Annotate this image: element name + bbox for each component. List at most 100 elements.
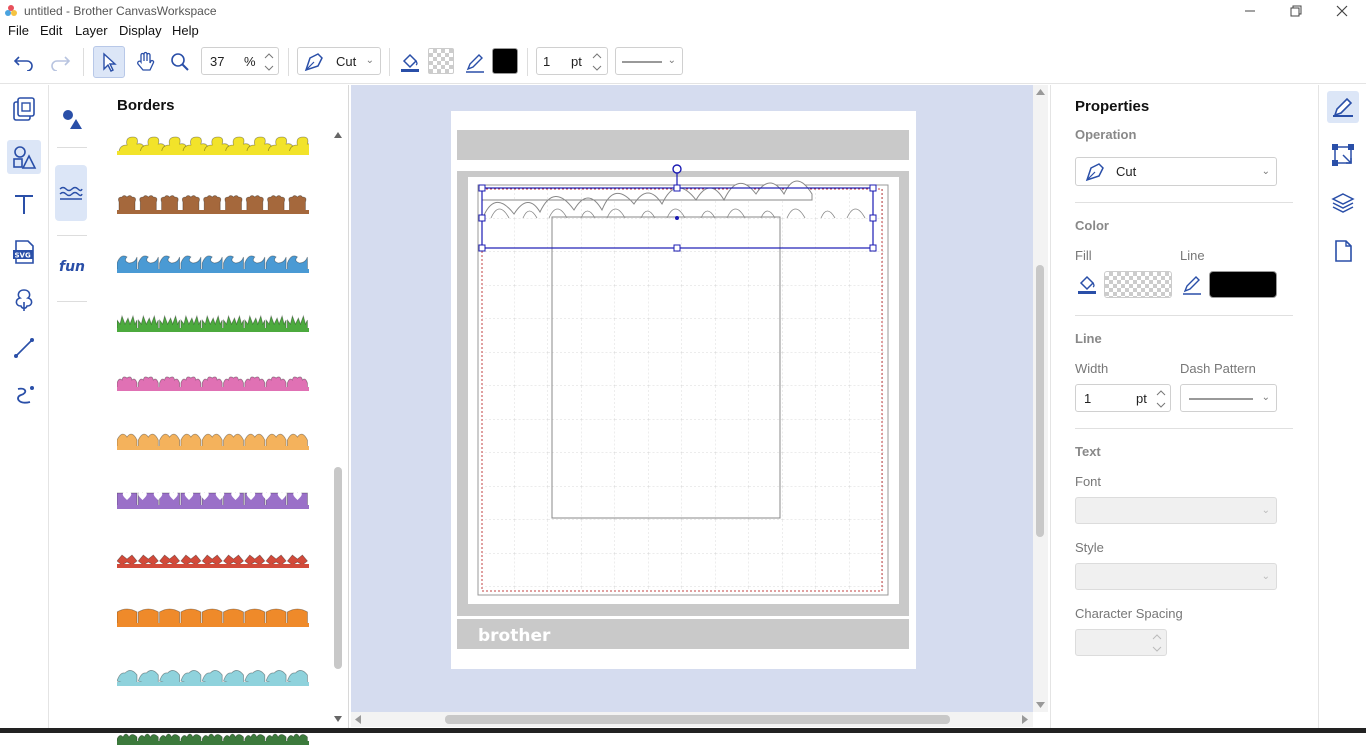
line-color-button[interactable] (1180, 272, 1204, 296)
rotate-handle[interactable] (672, 164, 682, 174)
chevron-down-icon: ⌄ (1261, 392, 1270, 403)
scroll-down-icon[interactable] (1036, 701, 1045, 709)
select-tool-button[interactable] (93, 46, 125, 78)
scroll-thumb[interactable] (334, 467, 342, 669)
solid-line-icon (1189, 398, 1253, 400)
close-button[interactable] (1319, 0, 1365, 22)
borders-category[interactable] (55, 165, 87, 221)
resize-handle[interactable] (478, 244, 486, 252)
line-color-swatch[interactable] (492, 48, 518, 74)
border-item-bears[interactable] (117, 188, 309, 216)
border-item-pumpkins[interactable] (116, 601, 309, 629)
line-color-swatch[interactable] (1209, 271, 1277, 298)
zoom-tool-button[interactable] (166, 48, 194, 76)
spinner-icon[interactable] (1152, 633, 1162, 653)
svg-icon: SVG (13, 240, 34, 264)
shapes-scrollbar[interactable] (331, 129, 345, 722)
zoom-input[interactable]: 37 % (201, 47, 279, 75)
style-dropdown[interactable]: ⌄ (1075, 563, 1277, 590)
transform-tab[interactable] (1327, 139, 1359, 171)
svg-import-button[interactable]: SVG (8, 236, 40, 268)
scroll-right-icon[interactable] (1021, 715, 1029, 724)
page-tab[interactable] (1327, 235, 1359, 267)
border-item-flowers[interactable] (116, 365, 309, 393)
fun-category[interactable]: fun (56, 250, 88, 282)
canvas-area[interactable]: brother (351, 85, 1033, 712)
properties-tab[interactable] (1327, 91, 1359, 123)
freehand-draw-button[interactable] (8, 380, 40, 412)
resize-handle[interactable] (869, 214, 877, 222)
line-width-input[interactable]: 1 pt (536, 47, 608, 75)
scroll-down-icon[interactable] (334, 715, 342, 723)
scroll-up-icon[interactable] (334, 131, 342, 139)
restore-icon (1290, 5, 1302, 17)
section-divider (1075, 315, 1293, 316)
operation-label: Operation (1075, 127, 1137, 142)
tracing-button[interactable] (8, 284, 40, 316)
menu-help[interactable]: Help (172, 23, 199, 38)
pan-tool-button[interactable] (131, 48, 159, 76)
border-item-waves[interactable] (116, 247, 309, 275)
scroll-thumb[interactable] (1036, 265, 1044, 537)
ghost-border-icon (116, 670, 309, 686)
text-button[interactable] (8, 188, 40, 220)
chevron-down-icon: ⌄ (667, 55, 676, 66)
spinner-icon[interactable] (592, 51, 602, 73)
resize-handle[interactable] (673, 244, 681, 252)
shapes-button[interactable] (7, 140, 41, 174)
line-width-unit: pt (571, 54, 582, 69)
minimize-button[interactable] (1227, 0, 1273, 22)
line-width-input[interactable]: 1 pt (1075, 384, 1171, 412)
operation-dropdown[interactable]: Cut ⌄ (1075, 157, 1277, 186)
layers-icon (1331, 193, 1355, 213)
text-icon (15, 195, 33, 214)
border-item-bows[interactable] (116, 542, 309, 570)
line-draw-icon (14, 338, 34, 358)
menu-edit[interactable]: Edit (40, 23, 62, 38)
restore-button[interactable] (1273, 0, 1319, 22)
scroll-thumb[interactable] (445, 715, 950, 724)
menu-file[interactable]: File (8, 23, 29, 38)
line-label: Line (1180, 248, 1205, 263)
fill-color-swatch[interactable] (1104, 271, 1172, 298)
fill-color-button[interactable] (396, 48, 424, 76)
character-spacing-input[interactable] (1075, 629, 1167, 656)
line-draw-button[interactable] (8, 332, 40, 364)
scroll-left-icon[interactable] (354, 715, 362, 724)
undo-button[interactable] (10, 48, 38, 76)
border-item-grass[interactable] (116, 306, 309, 334)
fill-color-swatch[interactable] (428, 48, 454, 74)
line-section-label: Line (1075, 331, 1102, 346)
menu-layer[interactable]: Layer (75, 23, 108, 38)
spinner-icon[interactable] (1156, 388, 1166, 410)
border-item-hearts[interactable] (116, 483, 309, 511)
toolbar: 37 % Cut ⌄ 1 pt ⌄ (0, 40, 1366, 84)
dash-pattern-dropdown[interactable]: ⌄ (615, 47, 683, 75)
border-item-dinosaurs[interactable] (116, 719, 309, 747)
resize-handle[interactable] (478, 184, 486, 192)
canvas-horizontal-scrollbar[interactable] (351, 712, 1033, 727)
basic-shapes-category[interactable] (56, 103, 88, 135)
redo-button[interactable] (46, 48, 74, 76)
project-button[interactable] (8, 93, 40, 125)
canvas-vertical-scrollbar[interactable] (1033, 85, 1048, 712)
font-dropdown[interactable]: ⌄ (1075, 497, 1277, 524)
menu-display[interactable]: Display (119, 23, 162, 38)
dash-pattern-dropdown[interactable]: ⌄ (1180, 384, 1277, 412)
spinner-icon[interactable] (264, 51, 274, 73)
border-item-ducks[interactable] (117, 129, 316, 157)
operation-value: Cut (336, 54, 357, 69)
fill-color-button[interactable] (1075, 272, 1099, 296)
scroll-up-icon[interactable] (1036, 88, 1045, 96)
resize-handle[interactable] (673, 184, 681, 192)
resize-handle[interactable] (869, 184, 877, 192)
layers-tab[interactable] (1327, 187, 1359, 219)
section-divider (1075, 428, 1293, 429)
operation-dropdown[interactable]: Cut ⌄ (297, 47, 381, 75)
border-item-ghosts[interactable] (116, 660, 309, 688)
resize-handle[interactable] (869, 244, 877, 252)
line-color-button[interactable] (461, 48, 489, 76)
border-item-lace[interactable] (116, 424, 309, 452)
text-section-label: Text (1075, 444, 1101, 459)
resize-handle[interactable] (478, 214, 486, 222)
